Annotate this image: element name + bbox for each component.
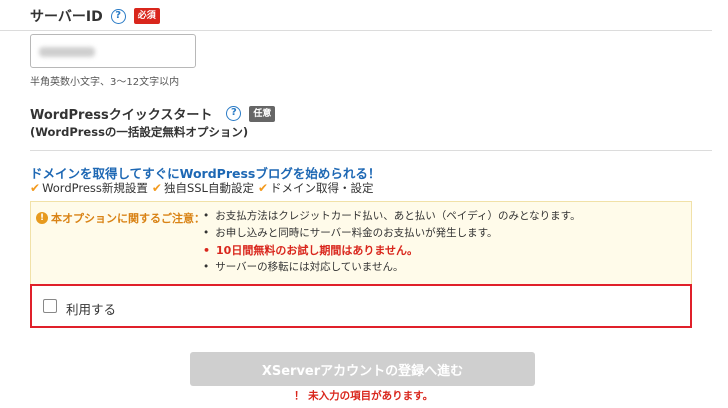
check-icon: ✔ [257, 181, 269, 195]
use-option-checkbox[interactable] [43, 299, 57, 313]
server-id-hint: 半角英数小文字、3〜12文字以内 [30, 77, 180, 88]
server-id-header: サーバーID ? 必須 [30, 6, 160, 26]
use-option-label[interactable]: 利用する [66, 299, 116, 318]
register-account-button[interactable]: XServerアカウントの登録へ進む [190, 352, 535, 386]
help-icon[interactable]: ? [226, 106, 242, 121]
notice-list: • お支払方法はクレジットカード払い、あと払い（ペイディ）のみとなります。 • お申… [203, 208, 581, 276]
notice-title: ! 本オプションに関するご注意： [36, 210, 205, 226]
validation-error-message: ！ 未入力の項目があります。 [294, 390, 434, 402]
notice-item: • お申し込みと同時にサーバー料金のお支払いが発生します。 [203, 227, 498, 239]
wp-quickstart-header: WordPressクイックスタート ? 任意 [30, 104, 276, 123]
feature-item: ✔ WordPress新規設置 [30, 180, 148, 196]
check-icon: ✔ [151, 181, 162, 195]
server-id-label: サーバーID [30, 9, 103, 25]
feature-list: ✔ WordPress新規設置 ✔ 独自SSL自動設定 ✔ ドメイン取得・設定 [30, 180, 378, 196]
required-badge: 必須 [133, 8, 160, 24]
feature-label: WordPress新規設置 [42, 181, 148, 195]
feature-item: ✔ ドメイン取得・設定 [258, 180, 374, 196]
notice-title-text: 本オプションに関するご注意： [51, 212, 205, 225]
help-icon[interactable]: ? [110, 8, 126, 24]
notice-item-emphasis: • 10日間無料のお試し期間はありません。 [203, 244, 419, 257]
feature-label: ドメイン取得・設定 [270, 181, 374, 195]
check-icon: ✔ [30, 181, 41, 195]
divider-top [0, 30, 712, 31]
notice-box: ! 本オプションに関するご注意： • お支払方法はクレジットカード払い、あと払い（… [30, 201, 692, 289]
warning-icon: ! [36, 212, 48, 224]
wp-quickstart-subtitle: (WordPressの一括設定無料オプション) [30, 125, 249, 139]
server-id-input[interactable] [30, 34, 196, 68]
wp-quickstart-label: WordPressクイックスタート [30, 108, 213, 123]
feature-label: 独自SSL自動設定 [163, 181, 254, 195]
divider-mid [30, 150, 712, 151]
notice-item: • お支払方法はクレジットカード払い、あと払い（ペイディ）のみとなります。 [203, 210, 581, 222]
server-id-value-blurred [39, 47, 95, 57]
feature-item: ✔ 独自SSL自動設定 [152, 180, 254, 196]
use-option-box[interactable]: 利用する [30, 284, 692, 328]
optional-badge: 任意 [249, 105, 276, 122]
notice-item: • サーバーの移転には対応していません。 [203, 261, 404, 273]
